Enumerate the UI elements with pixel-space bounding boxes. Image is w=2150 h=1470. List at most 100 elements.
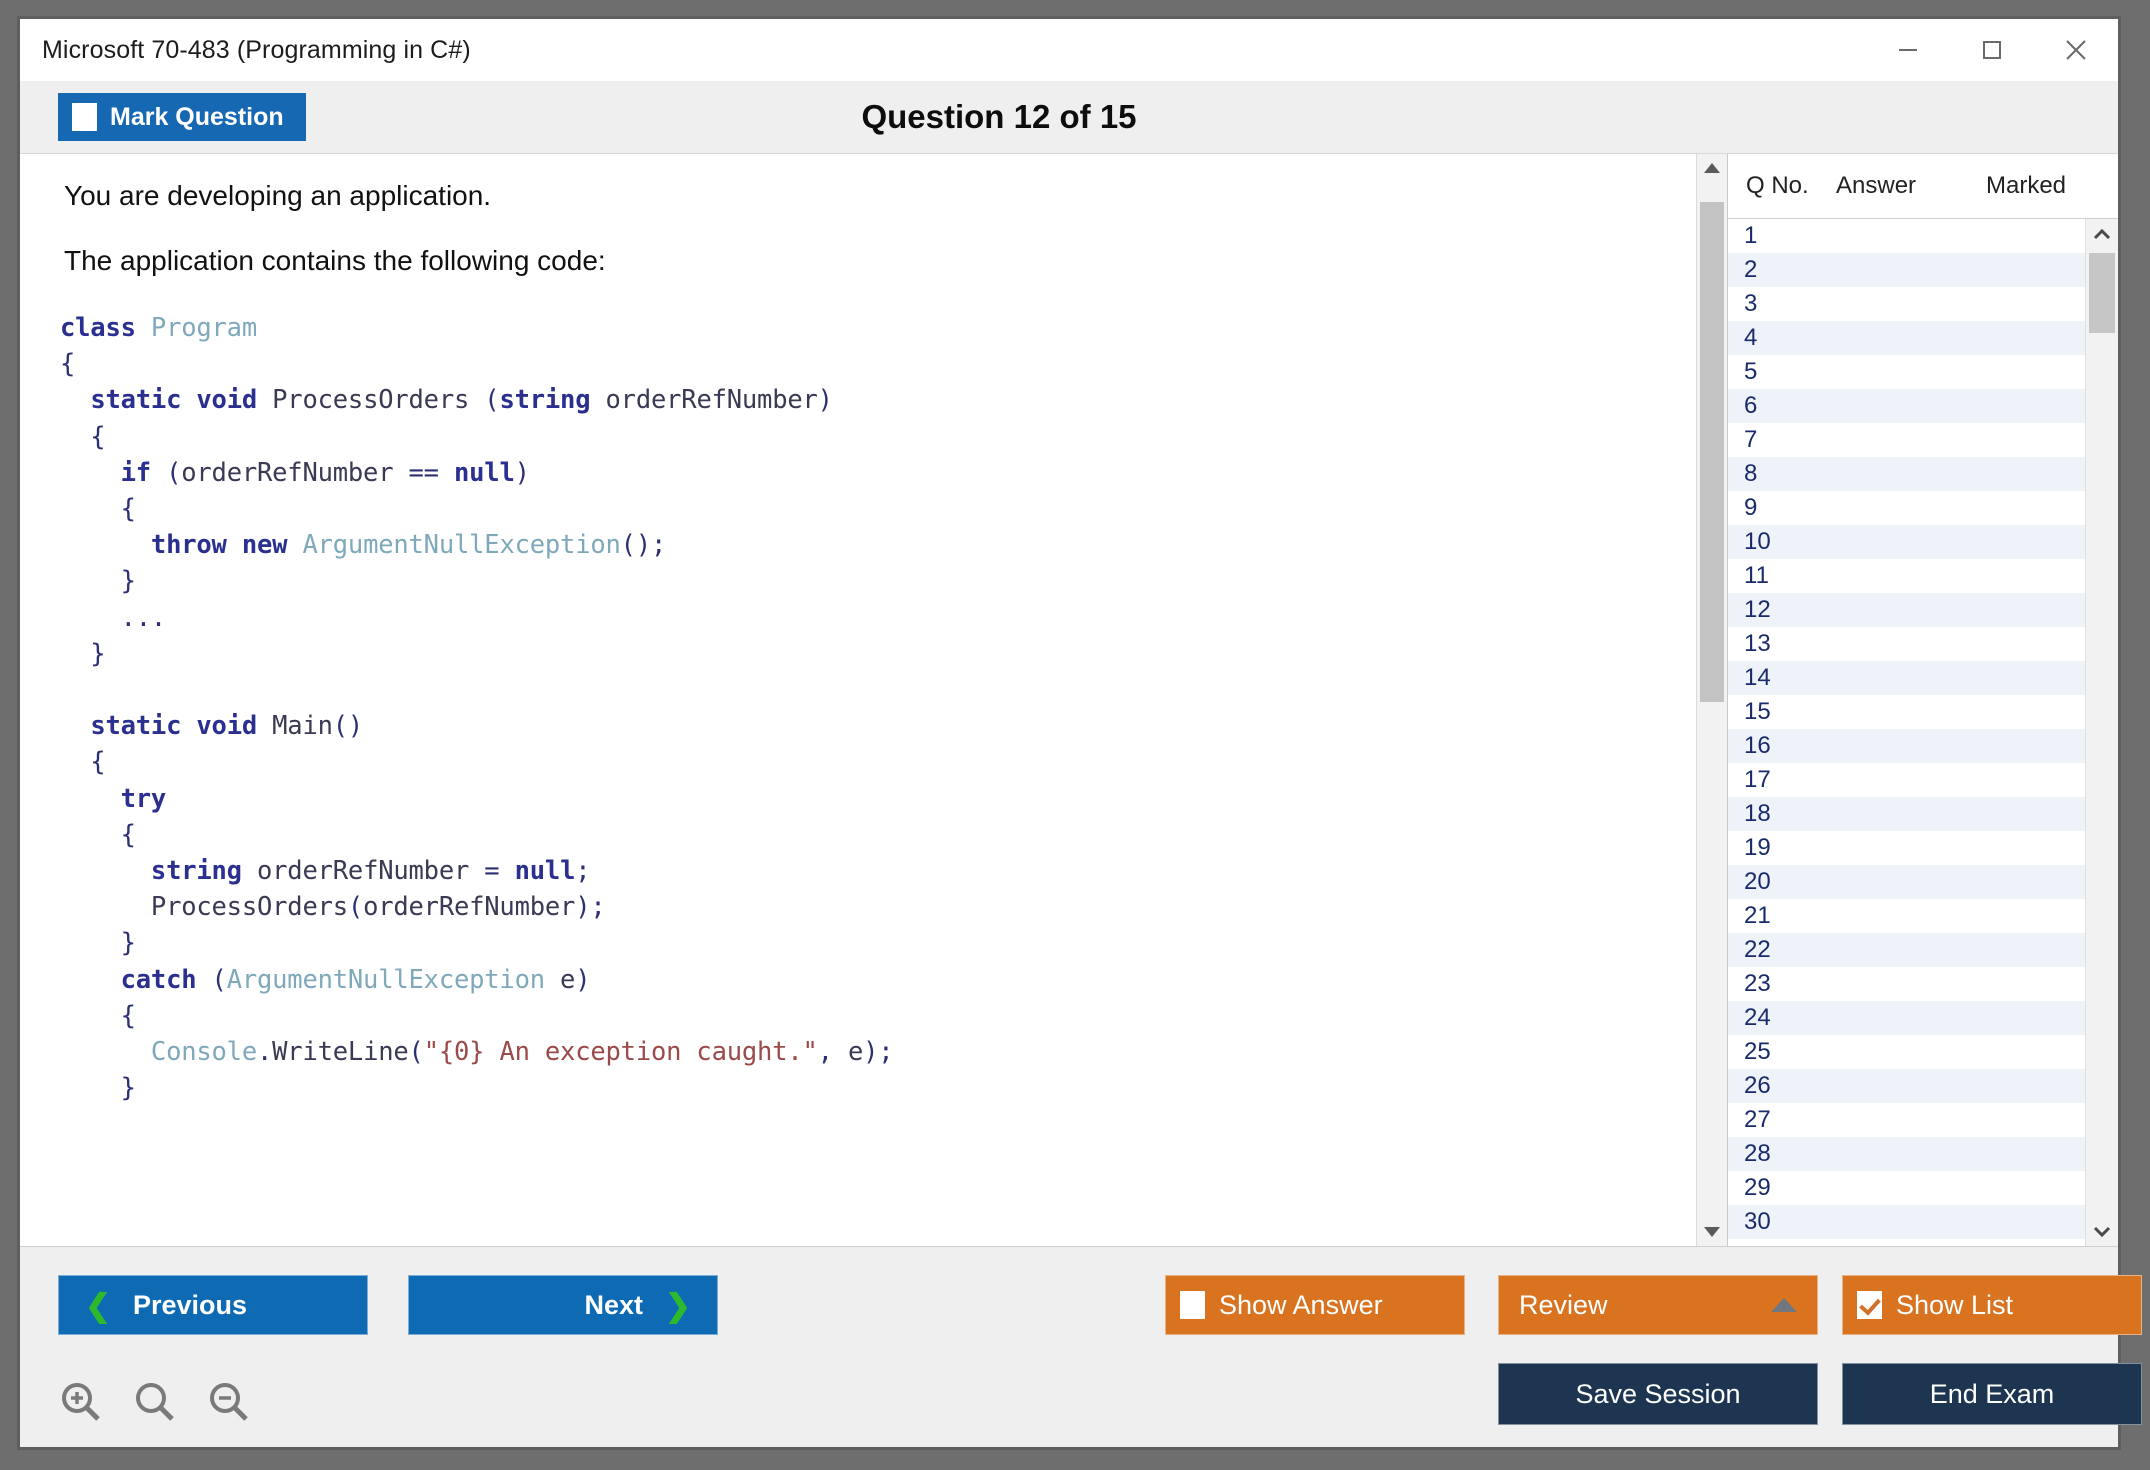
page-title: Question 12 of 15	[0, 98, 2118, 136]
question-list-number: 9	[1728, 494, 1836, 522]
save-session-button[interactable]: Save Session	[1498, 1363, 1818, 1425]
next-label: Next	[584, 1290, 643, 1321]
question-list-scrollbar[interactable]	[2085, 219, 2118, 1246]
question-list-row[interactable]: 8	[1728, 457, 2085, 491]
end-exam-label: End Exam	[1930, 1379, 2055, 1410]
question-list-row[interactable]: 26	[1728, 1069, 2085, 1103]
question-list-number: 27	[1728, 1106, 1836, 1134]
question-list-row[interactable]: 3	[1728, 287, 2085, 321]
close-icon	[2061, 35, 2091, 65]
question-list-row[interactable]: 28	[1728, 1137, 2085, 1171]
question-list-number: 5	[1728, 358, 1836, 386]
question-list-row[interactable]: 14	[1728, 661, 2085, 695]
question-list-number: 2	[1728, 256, 1836, 284]
question-list-number: 22	[1728, 936, 1836, 964]
question-list-number: 3	[1728, 290, 1836, 318]
scroll-up-button[interactable]	[1697, 154, 1727, 182]
review-button[interactable]: Review	[1498, 1275, 1818, 1335]
question-list[interactable]: 1234567891011121314151617181920212223242…	[1728, 219, 2085, 1246]
question-list-number: 12	[1728, 596, 1836, 624]
question-pane: You are developing an application. The a…	[20, 154, 1727, 1246]
question-list-number: 24	[1728, 1004, 1836, 1032]
question-list-row[interactable]: 10	[1728, 525, 2085, 559]
mark-question-checkbox[interactable]	[72, 103, 97, 131]
zoom-reset-icon[interactable]	[132, 1379, 178, 1425]
question-list-row[interactable]: 12	[1728, 593, 2085, 627]
column-header-answer: Answer	[1836, 172, 1986, 200]
question-list-row[interactable]: 18	[1728, 797, 2085, 831]
question-list-number: 14	[1728, 664, 1836, 692]
question-list-number: 1	[1728, 222, 1836, 250]
show-answer-button[interactable]: Show Answer	[1165, 1275, 1465, 1335]
question-list-number: 26	[1728, 1072, 1836, 1100]
question-list-row[interactable]: 2	[1728, 253, 2085, 287]
list-scroll-up-button[interactable]	[2086, 219, 2118, 249]
question-list-number: 6	[1728, 392, 1836, 420]
content-scrollbar[interactable]	[1696, 154, 1727, 1246]
show-answer-checkbox[interactable]	[1180, 1291, 1205, 1319]
question-list-row[interactable]: 6	[1728, 389, 2085, 423]
previous-button[interactable]: ❮ Previous	[58, 1275, 368, 1335]
content-scroll-thumb[interactable]	[1700, 202, 1724, 702]
mark-question-button[interactable]: Mark Question	[58, 93, 306, 141]
body: You are developing an application. The a…	[20, 154, 2118, 1246]
question-list-number: 11	[1728, 562, 1836, 590]
zoom-controls	[58, 1379, 252, 1425]
list-scroll-thumb[interactable]	[2089, 253, 2115, 333]
screen: Microsoft 70-483 (Programming in C#)	[0, 0, 2150, 1470]
minimize-icon	[1895, 37, 1921, 63]
question-list-row[interactable]: 5	[1728, 355, 2085, 389]
question-list-number: 18	[1728, 800, 1836, 828]
question-list-row[interactable]: 9	[1728, 491, 2085, 525]
question-list-row[interactable]: 29	[1728, 1171, 2085, 1205]
question-list-row[interactable]: 24	[1728, 1001, 2085, 1035]
list-scroll-down-button[interactable]	[2086, 1216, 2118, 1246]
question-list-row[interactable]: 25	[1728, 1035, 2085, 1069]
question-list-number: 8	[1728, 460, 1836, 488]
scroll-down-button[interactable]	[1697, 1218, 1727, 1246]
question-list-number: 10	[1728, 528, 1836, 556]
zoom-out-icon[interactable]	[206, 1379, 252, 1425]
column-header-qno: Q No.	[1728, 172, 1836, 200]
question-list-number: 7	[1728, 426, 1836, 454]
show-list-label: Show List	[1896, 1290, 2013, 1321]
show-list-checkbox[interactable]	[1857, 1291, 1882, 1319]
previous-label: Previous	[133, 1290, 247, 1321]
question-list-row[interactable]: 23	[1728, 967, 2085, 1001]
close-button[interactable]	[2034, 19, 2118, 81]
question-list-sidebar: Q No. Answer Marked 12345678910111213141…	[1727, 154, 2118, 1246]
minimize-button[interactable]	[1866, 19, 1950, 81]
exam-window: Microsoft 70-483 (Programming in C#)	[17, 16, 2121, 1450]
question-list-row[interactable]: 17	[1728, 763, 2085, 797]
question-list-row[interactable]: 21	[1728, 899, 2085, 933]
question-list-number: 15	[1728, 698, 1836, 726]
question-list-row[interactable]: 16	[1728, 729, 2085, 763]
question-list-row[interactable]: 30	[1728, 1205, 2085, 1239]
question-list-row[interactable]: 27	[1728, 1103, 2085, 1137]
show-list-button[interactable]: Show List	[1842, 1275, 2142, 1335]
question-list-row[interactable]: 4	[1728, 321, 2085, 355]
zoom-in-icon[interactable]	[58, 1379, 104, 1425]
code-block: class Program { static void ProcessOrder…	[60, 310, 1696, 1106]
question-content: You are developing an application. The a…	[20, 154, 1696, 1246]
question-list-row[interactable]: 7	[1728, 423, 2085, 457]
question-list-row[interactable]: 15	[1728, 695, 2085, 729]
question-list-number: 19	[1728, 834, 1836, 862]
question-header: Mark Question Question 12 of 15	[20, 81, 2118, 154]
window-title: Microsoft 70-483 (Programming in C#)	[20, 36, 471, 65]
question-list-row[interactable]: 19	[1728, 831, 2085, 865]
question-list-row[interactable]: 20	[1728, 865, 2085, 899]
column-header-marked: Marked	[1986, 172, 2118, 200]
question-list-row[interactable]: 11	[1728, 559, 2085, 593]
question-list-row[interactable]: 1	[1728, 219, 2085, 253]
question-list-header: Q No. Answer Marked	[1728, 154, 2118, 219]
show-answer-label: Show Answer	[1219, 1290, 1383, 1321]
footer-toolbar: ❮ Previous Next ❯ Show Answer Review Sho…	[20, 1246, 2118, 1447]
maximize-button[interactable]	[1950, 19, 2034, 81]
question-list-row[interactable]: 22	[1728, 933, 2085, 967]
question-list-row[interactable]: 13	[1728, 627, 2085, 661]
next-button[interactable]: Next ❯	[408, 1275, 718, 1335]
question-list-number: 13	[1728, 630, 1836, 658]
end-exam-button[interactable]: End Exam	[1842, 1363, 2142, 1425]
question-list-body: 1234567891011121314151617181920212223242…	[1728, 219, 2118, 1246]
